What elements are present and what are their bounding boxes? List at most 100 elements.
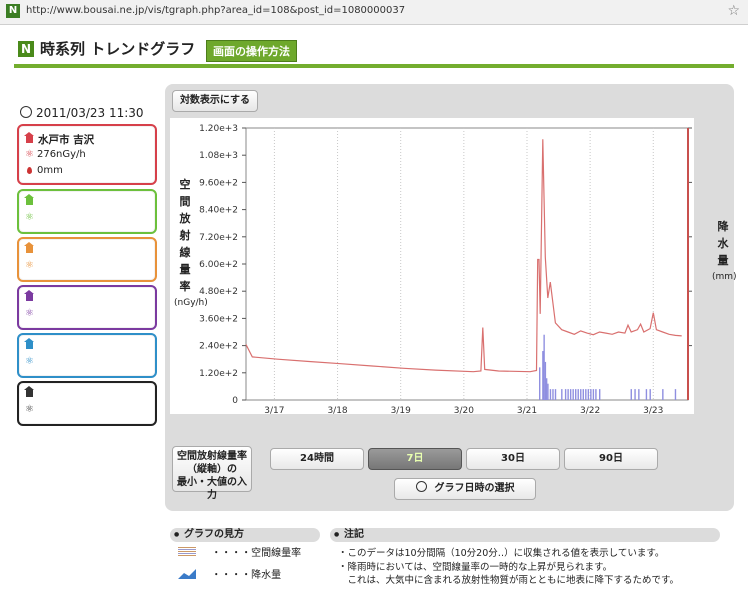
y-left-tick-label: 4.80e+2: [199, 287, 238, 297]
radiation-icon: ⚛: [25, 308, 34, 319]
rain-bar: [567, 389, 569, 400]
y-left-tick-label: 6.00e+2: [199, 260, 238, 270]
raindrop-icon: [27, 167, 32, 174]
range-30d-button[interactable]: 30日: [466, 448, 560, 470]
howto-link[interactable]: 画面の操作方法: [206, 40, 297, 62]
radiation-icon: ⚛: [25, 149, 34, 160]
minmax-line: 空間放射線量率: [177, 451, 247, 462]
right-axis-char: 量: [717, 254, 729, 267]
notes-title: 注記: [330, 528, 720, 542]
station-name-row: [24, 386, 38, 401]
left-axis-unit: (nGy/h): [174, 298, 208, 308]
rain-area-icon: [178, 569, 196, 579]
chart-svg: 0 1.20e+2 2.40e+2 3.60e+2 4.80e+2 6.00e+2 7.20…: [199, 123, 711, 431]
left-axis-char: 量: [179, 263, 191, 276]
legend-title: グラフの見方: [170, 528, 320, 542]
rain-bar: [554, 389, 557, 400]
x-tick-label: 3/22: [580, 406, 600, 414]
right-axis-unit: (mm): [712, 272, 737, 282]
bookmark-star-icon[interactable]: ☆: [727, 3, 740, 19]
favicon-icon: N: [6, 4, 20, 18]
x-tick-label: 3/20: [454, 406, 474, 414]
rain-bar: [590, 389, 592, 400]
rain-bar: [547, 383, 549, 400]
right-axis-title: 降 水 量 (mm): [712, 218, 737, 286]
rain-bar: [638, 389, 640, 400]
range-90d-button[interactable]: 90日: [564, 448, 658, 470]
range-24h-button[interactable]: 24時間: [270, 448, 364, 470]
header-divider: [14, 64, 734, 68]
right-axis-char: 水: [717, 237, 729, 250]
y-left-tick-label: 1.08e+3: [199, 151, 238, 161]
station-card-2[interactable]: ⚛: [17, 189, 157, 234]
date-select-button[interactable]: グラフ日時の選択: [394, 478, 536, 500]
left-axis-char: 率: [179, 280, 191, 293]
station-rain: 0mm: [37, 165, 63, 176]
url-text[interactable]: http://www.bousai.ne.jp/vis/tgraph.php?a…: [26, 5, 405, 16]
left-axis-char: 間: [179, 195, 191, 208]
logo-icon: N: [18, 41, 34, 57]
station-dose-row: ⚛: [25, 356, 37, 368]
note-line: ・降雨時においては、空間線量率の一時的な上昇が見られます。: [338, 562, 613, 573]
rain-bar: [649, 389, 651, 400]
x-tick-label: 3/19: [391, 406, 411, 414]
house-icon: [24, 132, 34, 144]
station-name-row: [24, 194, 38, 209]
station-dose-row: ⚛ 276nGy/h: [25, 149, 86, 161]
station-card-4[interactable]: ⚛: [17, 285, 157, 330]
rain-bar: [645, 389, 648, 400]
page-title: 時系列 トレンドグラフ: [40, 40, 196, 58]
current-datetime: 2011/03/23 11:30: [20, 106, 144, 120]
station-rain-row: 0mm: [25, 165, 63, 177]
station-dose-row: ⚛: [25, 260, 37, 272]
y-left-tick-label: 3.60e+2: [199, 314, 238, 324]
x-tick-label: 3/18: [327, 406, 347, 414]
rain-bar: [564, 389, 567, 400]
radiation-icon: ⚛: [25, 356, 34, 367]
log-scale-button[interactable]: 対数表示にする: [172, 90, 258, 112]
rain-bar: [552, 389, 554, 400]
legend-dose-label: ・・・・空間線量率: [211, 548, 302, 559]
rain-bar: [674, 389, 677, 400]
rain-bar: [662, 389, 664, 400]
rain-bar: [630, 389, 632, 400]
dose-stripes-icon: [178, 547, 196, 557]
station-card-3[interactable]: ⚛: [17, 237, 157, 282]
range-7d-button[interactable]: 7日: [368, 448, 462, 470]
legend-rain: ・・・・降水量: [178, 566, 281, 581]
left-axis-char: 放: [179, 212, 191, 225]
y-left-tick-label: 2.40e+2: [199, 342, 238, 352]
legend-dose: ・・・・空間線量率: [178, 544, 301, 559]
left-axis-title: 空 間 放 射 線 量 率 (nGy/h): [174, 176, 208, 312]
house-icon: [24, 386, 34, 398]
station-dose-row: ⚛: [25, 212, 37, 224]
axis-minmax-button[interactable]: 空間放射線量率 （縦軸）の 最小・大値の入力: [172, 446, 252, 501]
station-name-row: [24, 290, 38, 305]
rain-bar: [542, 351, 544, 400]
legend-rain-label: ・・・・降水量: [211, 570, 282, 581]
rain-bar: [595, 389, 597, 400]
station-card-1[interactable]: 水戸市 吉沢 ⚛ 276nGy/h 0mm: [17, 124, 157, 185]
station-card-6[interactable]: ⚛: [17, 381, 157, 426]
clock-icon: [20, 106, 32, 118]
datetime-text: 2011/03/23 11:30: [36, 106, 144, 120]
station-dose: 276nGy/h: [36, 149, 86, 160]
address-bar[interactable]: N http://www.bousai.ne.jp/vis/tgraph.php…: [0, 0, 748, 25]
rain-bar: [561, 389, 563, 400]
rain-bar: [587, 389, 590, 400]
house-icon: [24, 338, 34, 350]
station-card-5[interactable]: ⚛: [17, 333, 157, 378]
y-left-tick-label: 8.40e+2: [199, 206, 238, 216]
station-name: 水戸市 吉沢: [38, 134, 95, 146]
rain-bar: [539, 367, 541, 400]
rain-bar: [544, 361, 547, 400]
note-line: これは、大気中に含まれる放射性物質が雨とともに地表に降下するためです。: [338, 575, 680, 586]
station-dose-row: ⚛: [25, 404, 37, 416]
rain-bar: [634, 389, 636, 400]
x-tick-label: 3/21: [517, 406, 537, 414]
y-left-tick-label: 7.20e+2: [199, 233, 238, 243]
minmax-line: 最小・大値の入力: [177, 477, 247, 501]
y-left-tick-label: 1.20e+3: [199, 124, 238, 134]
station-dose-row: ⚛: [25, 308, 37, 320]
x-tick-label: 3/23: [643, 406, 663, 414]
